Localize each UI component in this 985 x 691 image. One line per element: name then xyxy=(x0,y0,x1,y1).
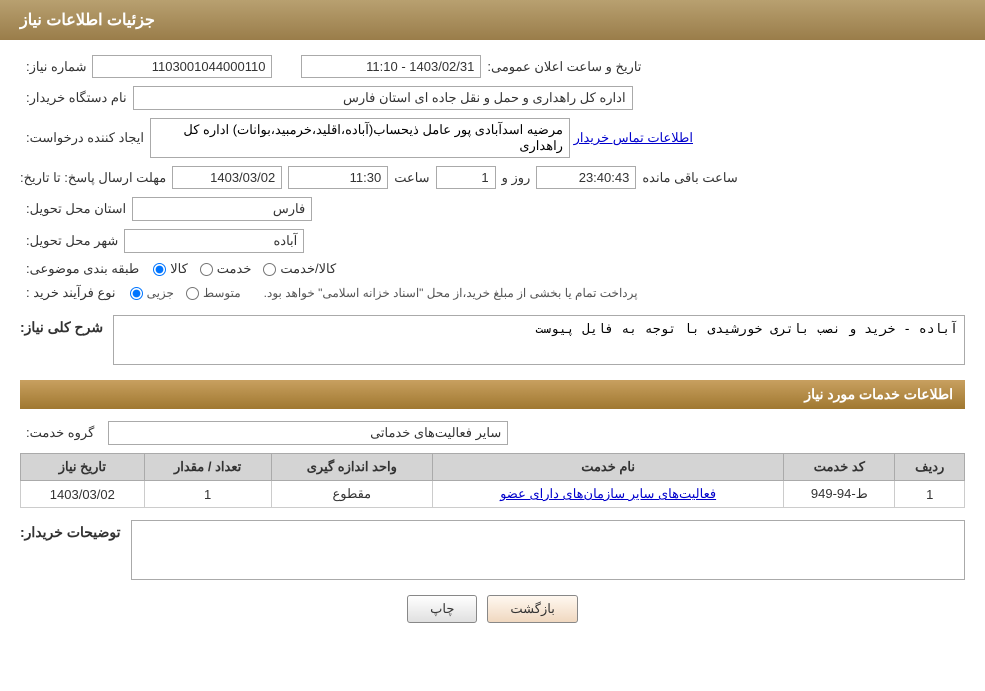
service-group-value: سایر فعالیت‌های خدماتی xyxy=(108,421,508,445)
province-value: فارس xyxy=(132,197,312,221)
need-number-value: 1103001044000110 xyxy=(92,55,272,78)
col-header-unit: واحد اندازه گیری xyxy=(271,454,433,481)
page-header: جزئیات اطلاعات نیاز xyxy=(0,0,985,40)
category-kala-label: کالا xyxy=(170,261,188,277)
process-jazee-radio[interactable] xyxy=(130,287,143,300)
process-motavasset-label: متوسط xyxy=(203,286,241,300)
deadline-label: مهلت ارسال پاسخ: تا تاریخ: xyxy=(20,170,166,186)
category-khadamat-radio[interactable] xyxy=(200,263,213,276)
announce-label: تاریخ و ساعت اعلان عمومی: xyxy=(487,59,641,75)
buying-org-value: اداره کل راهداری و حمل و نقل جاده ای است… xyxy=(133,86,633,110)
need-number-row: تاریخ و ساعت اعلان عمومی: 1403/02/31 - 1… xyxy=(20,55,965,78)
cell-code: ط-94-949 xyxy=(784,481,895,508)
creator-value: مرضیه اسدآبادی پور عامل ذیحساب(آباده،اقل… xyxy=(150,118,570,158)
category-khadamat-label: خدمت xyxy=(217,261,252,277)
table-row: 1 ط-94-949 فعالیت‌های سایر سازمان‌های دا… xyxy=(21,481,965,508)
cell-unit: مقطوع xyxy=(271,481,433,508)
need-description-section: شرح کلی نیاز: xyxy=(20,315,965,368)
deadline-date: 1403/03/02 xyxy=(172,166,282,189)
services-table: ردیف کد خدمت نام خدمت واحد اندازه گیری ت… xyxy=(20,453,965,508)
buying-org-row: اداره کل راهداری و حمل و نقل جاده ای است… xyxy=(20,86,965,110)
process-row: پرداخت تمام یا بخشی از مبلغ خرید،از محل … xyxy=(20,285,965,301)
category-kala-khadamat-label: کالا/خدمت xyxy=(280,261,336,277)
announce-value: 1403/02/31 - 11:10 xyxy=(301,55,481,78)
cell-name[interactable]: فعالیت‌های سایر سازمان‌های دارای عضو xyxy=(433,481,784,508)
col-header-date: تاریخ نیاز xyxy=(21,454,145,481)
category-radio-group: کالا/خدمت خدمت کالا xyxy=(153,261,336,277)
day-label: روز و xyxy=(502,170,531,186)
category-kala-radio[interactable] xyxy=(153,263,166,276)
need-number-label: شماره نیاز: xyxy=(26,59,86,75)
category-kala-khadamat-radio[interactable] xyxy=(263,263,276,276)
col-header-row-num: ردیف xyxy=(895,454,965,481)
process-jazee-item: جزیی xyxy=(130,286,174,300)
creator-label: ایجاد کننده درخواست: xyxy=(26,130,144,146)
buyer-notes-label: توضیحات خریدار: xyxy=(20,524,121,541)
process-motavasset-item: متوسط xyxy=(186,286,241,300)
process-motavasset-radio[interactable] xyxy=(186,287,199,300)
process-jazee-label: جزیی xyxy=(147,286,174,300)
time-label: ساعت xyxy=(394,170,429,186)
creator-row: اطلاعات تماس خریدار مرضیه اسدآبادی پور ع… xyxy=(20,118,965,158)
deadline-row: ساعت باقی مانده 23:40:43 روز و 1 ساعت 11… xyxy=(20,166,965,189)
need-description-textarea[interactable] xyxy=(113,315,965,365)
city-label: شهر محل تحویل: xyxy=(26,233,118,249)
cell-row-num: 1 xyxy=(895,481,965,508)
col-header-name: نام خدمت xyxy=(433,454,784,481)
cell-quantity: 1 xyxy=(144,481,271,508)
page-title: جزئیات اطلاعات نیاز xyxy=(20,12,155,29)
process-label: نوع فرآیند خرید : xyxy=(26,285,116,301)
need-description-label: شرح کلی نیاز: xyxy=(20,319,103,336)
remaining-label: ساعت باقی مانده xyxy=(642,170,737,186)
page-wrapper: جزئیات اطلاعات نیاز تاریخ و ساعت اعلان ع… xyxy=(0,0,985,691)
category-kala-item: کالا xyxy=(153,261,188,277)
col-header-code: کد خدمت xyxy=(784,454,895,481)
contact-link[interactable]: اطلاعات تماس خریدار xyxy=(574,130,693,146)
service-group-label: گروه خدمت: xyxy=(26,425,94,441)
service-group-row: سایر فعالیت‌های خدماتی گروه خدمت: xyxy=(20,421,965,445)
process-note: پرداخت تمام یا بخشی از مبلغ خرید،از محل … xyxy=(264,286,638,300)
days-value: 1 xyxy=(436,166,496,189)
city-row: آباده شهر محل تحویل: xyxy=(20,229,965,253)
buyer-notes-box xyxy=(131,520,965,580)
category-label: طبقه بندی موضوعی: xyxy=(26,261,139,277)
category-kala-khadamat-item: کالا/خدمت xyxy=(263,261,336,277)
cell-date: 1403/03/02 xyxy=(21,481,145,508)
time-value: 11:30 xyxy=(288,166,388,189)
print-button[interactable]: چاپ xyxy=(407,595,477,623)
back-button[interactable]: بازگشت xyxy=(487,595,577,623)
process-radio-group: متوسط جزیی xyxy=(130,286,241,300)
province-label: استان محل تحویل: xyxy=(26,201,126,217)
category-khadamat-item: خدمت xyxy=(200,261,252,277)
main-content: تاریخ و ساعت اعلان عمومی: 1403/02/31 - 1… xyxy=(0,40,985,648)
table-header-row: ردیف کد خدمت نام خدمت واحد اندازه گیری ت… xyxy=(21,454,965,481)
col-header-quantity: تعداد / مقدار xyxy=(144,454,271,481)
services-section-title: اطلاعات خدمات مورد نیاز xyxy=(20,380,965,409)
category-row: کالا/خدمت خدمت کالا طبقه بندی موضوعی: xyxy=(20,261,965,277)
city-value: آباده xyxy=(124,229,304,253)
remaining-value: 23:40:43 xyxy=(536,166,636,189)
province-row: فارس استان محل تحویل: xyxy=(20,197,965,221)
buyer-notes-section: توضیحات خریدار: xyxy=(20,520,965,580)
buttons-row: بازگشت چاپ xyxy=(20,595,965,623)
services-table-section: ردیف کد خدمت نام خدمت واحد اندازه گیری ت… xyxy=(20,453,965,508)
buying-org-label: نام دستگاه خریدار: xyxy=(26,90,127,106)
